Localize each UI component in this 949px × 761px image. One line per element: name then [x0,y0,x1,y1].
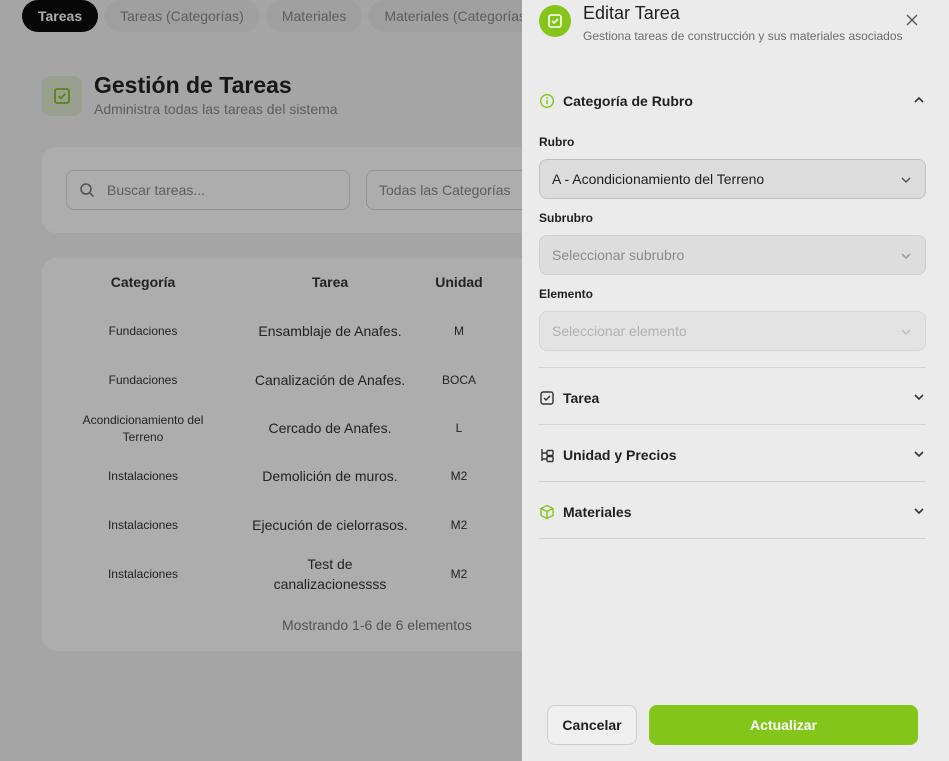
subrubro-label: Subrubro [539,211,593,225]
chevron-down-icon [901,329,911,336]
section-unit-prices-header[interactable]: Unidad y Precios [539,443,926,467]
update-button[interactable]: Actualizar [649,705,918,745]
divider [539,367,926,368]
checkbox-icon [540,391,554,405]
chevron-down-icon [914,508,924,515]
cancel-button[interactable]: Cancelar [547,705,637,745]
rubro-select[interactable]: A - Acondicionamiento del Terreno [539,159,926,199]
elemento-label: Elemento [539,287,594,301]
hierarchy-icon [541,449,554,463]
drawer-subtitle: Gestiona tareas de construcción y sus ma… [583,29,903,43]
checkbox-icon [539,5,571,37]
package-icon [540,504,554,520]
section-unit-prices-label: Unidad y Precios [563,447,677,463]
chevron-down-icon [914,451,924,458]
divider [539,481,926,482]
close-button[interactable] [902,10,922,30]
divider [539,538,926,539]
section-category-header[interactable]: Categoría de Rubro [539,89,926,113]
section-task-label: Tarea [563,390,600,406]
chevron-up-icon [914,96,924,103]
chevron-down-icon [901,253,911,260]
section-materials-header[interactable]: Materiales [539,500,926,524]
info-icon [539,93,555,109]
close-icon [906,14,918,26]
rubro-value: A - Acondicionamiento del Terreno [552,171,765,187]
subrubro-placeholder: Seleccionar subrubro [552,247,685,263]
edit-task-drawer: Editar Tarea Gestiona tareas de construc… [522,0,949,761]
drawer-title: Editar Tarea [583,3,680,23]
elemento-select[interactable]: Seleccionar elemento [539,311,926,351]
rubro-label: Rubro [539,135,575,149]
chevron-down-icon [914,394,924,401]
elemento-placeholder: Seleccionar elemento [552,323,687,339]
section-category-label: Categoría de Rubro [563,93,693,109]
drawer-header: Editar Tarea Gestiona tareas de construc… [539,3,903,43]
subrubro-select[interactable]: Seleccionar subrubro [539,235,926,275]
chevron-down-icon [901,177,911,184]
section-materials-label: Materiales [563,504,632,520]
divider [539,424,926,425]
section-task-header[interactable]: Tarea [539,386,926,410]
